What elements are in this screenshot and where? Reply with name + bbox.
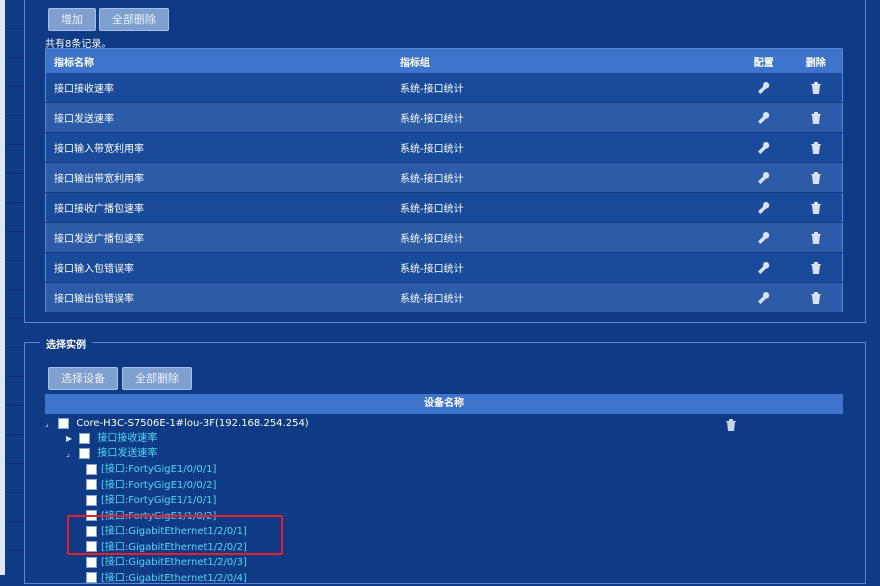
tree-port-node[interactable]: [接口:FortyGigE1/1/0/1] [86,493,216,508]
trash-icon[interactable] [724,414,738,433]
collapsed-arrow-icon[interactable]: ▶ [66,431,76,446]
metric-link[interactable]: 接口发送速率 [97,448,157,459]
delete-button[interactable] [789,192,843,223]
metric-link[interactable]: 接口接收速率 [97,433,157,444]
config-button[interactable] [738,132,790,163]
tree-metric-node[interactable]: ▶ 接口接收速率 [66,431,157,446]
wrench-icon[interactable] [757,141,771,155]
wrench-icon[interactable] [757,201,771,215]
tree-port-node[interactable]: [接口:GigabitEthernet1/2/0/4] [86,571,247,586]
table-row: 接口输出包错误率 系统-接口统计 [45,282,843,313]
trash-icon[interactable] [809,81,823,95]
metric-name: 接口输入带宽利用率 [45,132,392,163]
checkbox[interactable] [86,572,97,583]
delete-button[interactable] [789,282,843,313]
delete-button[interactable] [789,73,843,103]
add-button[interactable]: 增加 [48,8,96,31]
wrench-icon[interactable] [757,81,771,95]
metric-group: 系统-接口统计 [392,132,738,163]
table-row: 接口输出带宽利用率 系统-接口统计 [45,162,843,193]
trash-icon[interactable] [809,291,823,305]
port-link[interactable]: [接口:FortyGigE1/0/0/1] [101,464,216,475]
metrics-table: 指标名称 指标组 配置 删除 接口接收速率 系统-接口统计 接口发送速率 系统-… [45,48,843,313]
metric-name: 接口输出包错误率 [45,282,392,313]
table-row: 接口输入带宽利用率 系统-接口统计 [45,132,843,163]
port-link[interactable]: [接口:GigabitEthernet1/2/0/3] [101,557,247,568]
port-link[interactable]: [接口:GigabitEthernet1/2/0/4] [101,573,247,584]
table-row: 接口输入包错误率 系统-接口统计 [45,252,843,283]
delete-all-metrics-button[interactable]: 全部删除 [99,8,169,31]
delete-button[interactable] [789,102,843,133]
metric-name: 接口发送广播包速率 [45,222,392,253]
metric-group: 系统-接口统计 [392,252,738,283]
delete-button[interactable] [789,132,843,163]
config-button[interactable] [738,222,790,253]
table-header-row: 指标名称 指标组 配置 删除 [45,48,843,73]
delete-all-instances-button[interactable]: 全部删除 [122,367,192,390]
delete-button[interactable] [789,222,843,253]
instance-section-title: 选择实例 [40,336,92,351]
tree-header: 设备名称 [45,394,843,414]
metric-group: 系统-接口统计 [392,162,738,193]
config-button[interactable] [738,73,790,103]
header-metric-group: 指标组 [392,48,738,73]
table-row: 接口接收广播包速率 系统-接口统计 [45,192,843,223]
metric-group: 系统-接口统计 [392,73,738,103]
wrench-icon[interactable] [757,291,771,305]
port-link[interactable]: [接口:FortyGigE1/0/0/2] [101,480,216,491]
metric-group: 系统-接口统计 [392,282,738,313]
trash-icon[interactable] [809,231,823,245]
config-button[interactable] [738,252,790,283]
checkbox[interactable] [86,494,97,506]
metric-group: 系统-接口统计 [392,222,738,253]
delete-button[interactable] [789,252,843,283]
select-device-button[interactable]: 选择设备 [48,367,118,390]
metric-name: 接口输入包错误率 [45,252,392,283]
config-button[interactable] [738,162,790,193]
tree-port-node[interactable]: [接口:FortyGigE1/0/0/2] [86,478,216,493]
checkbox[interactable] [86,479,97,490]
metric-name: 接口输出带宽利用率 [45,162,392,193]
wrench-icon[interactable] [757,261,771,275]
wrench-icon[interactable] [757,231,771,245]
trash-icon[interactable] [809,171,823,185]
trash-icon[interactable] [809,201,823,215]
expanded-arrow-icon[interactable]: ⌟ [66,446,76,461]
checkbox[interactable] [86,556,97,568]
table-row: 接口发送广播包速率 系统-接口统计 [45,222,843,253]
checkbox[interactable] [79,432,91,444]
checkbox[interactable] [86,463,97,475]
tree-metric-node[interactable]: ⌟ 接口发送速率 [66,446,157,461]
tree-port-node[interactable]: [接口:GigabitEthernet1/2/0/3] [86,555,247,570]
delete-button[interactable] [789,162,843,193]
trash-icon[interactable] [809,141,823,155]
config-button[interactable] [738,102,790,133]
highlight-box [67,515,283,555]
metric-name: 接口发送速率 [45,102,392,133]
metric-group: 系统-接口统计 [392,102,738,133]
config-button[interactable] [738,192,790,223]
header-metric-name: 指标名称 [45,48,392,73]
trash-icon[interactable] [809,111,823,125]
checkbox[interactable] [79,447,91,459]
config-button[interactable] [738,282,790,313]
header-delete: 删除 [789,48,843,73]
trash-icon[interactable] [809,261,823,275]
header-config: 配置 [738,48,790,73]
table-row: 接口接收速率 系统-接口统计 [45,73,843,103]
metric-group: 系统-接口统计 [392,192,738,223]
wrench-icon[interactable] [757,171,771,185]
metric-name: 接口接收速率 [45,73,392,103]
expanded-arrow-icon[interactable]: ⌟ [45,416,55,431]
port-link[interactable]: [接口:FortyGigE1/1/0/1] [101,495,216,506]
checkbox[interactable] [58,417,70,429]
table-row: 接口发送速率 系统-接口统计 [45,102,843,133]
wrench-icon[interactable] [757,111,771,125]
tree-device-node[interactable]: ⌟ Core-H3C-S7506E-1#lou-3F(192.168.254.2… [45,416,309,431]
tree-port-node[interactable]: [接口:FortyGigE1/0/0/1] [86,462,216,477]
metric-name: 接口接收广播包速率 [45,192,392,223]
left-strip [5,0,24,575]
device-name: Core-H3C-S7506E-1#lou-3F(192.168.254.254… [76,418,309,429]
